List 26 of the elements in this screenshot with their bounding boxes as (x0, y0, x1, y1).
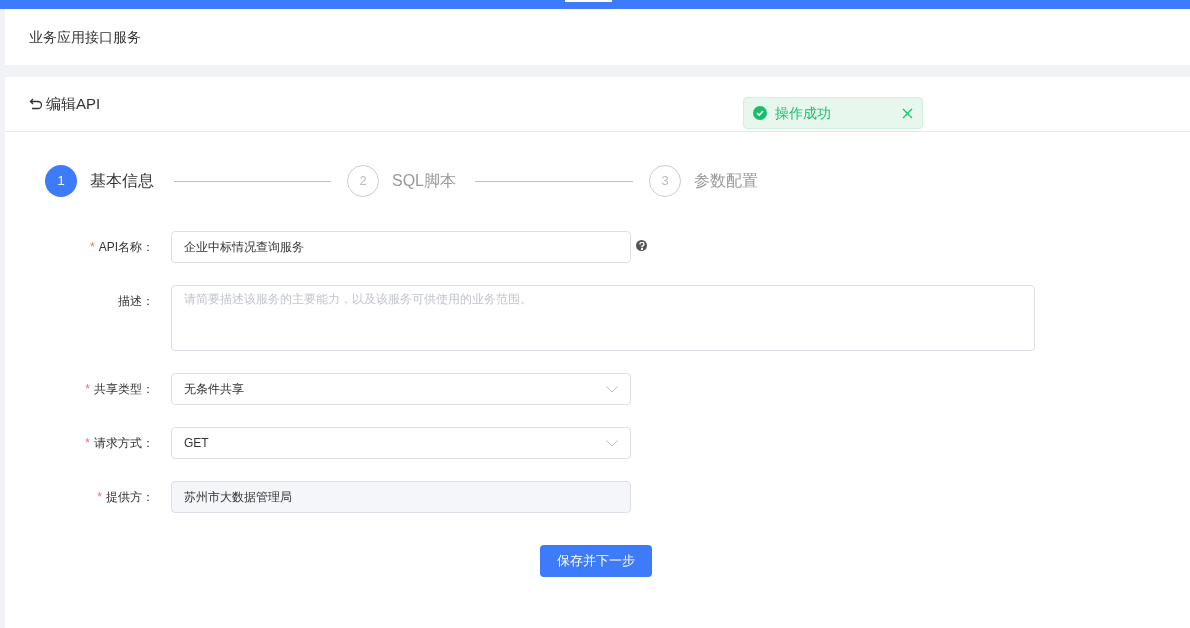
chevron-down-icon (606, 439, 618, 447)
input-field[interactable]: 企业中标情况查询服务 (171, 231, 631, 263)
chevron-down-icon (606, 385, 618, 393)
required-mark: * (97, 489, 102, 506)
required-mark: * (85, 435, 90, 452)
field-label: API名称： (98, 239, 154, 256)
step-label: SQL脚本 (392, 171, 456, 191)
help-icon[interactable] (636, 240, 647, 251)
select-field[interactable]: 无条件共享 (171, 373, 631, 405)
field-label: 描述： (118, 293, 154, 310)
field-label: 提供方： (106, 489, 154, 506)
step-number: 1 (45, 165, 77, 197)
check-circle-icon (753, 106, 767, 120)
success-toast: 操作成功 (743, 97, 923, 129)
field-label: 请求方式： (94, 435, 154, 452)
step-label: 基本信息 (90, 171, 154, 191)
save-next-button[interactable]: 保存并下一步 (540, 545, 652, 577)
page-title: 业务应用接口服务 (29, 27, 141, 47)
field-label: 共享类型： (94, 381, 154, 398)
required-mark: * (85, 381, 90, 398)
undo-icon (29, 97, 43, 111)
required-mark: * (90, 239, 95, 256)
step-label: 参数配置 (694, 171, 758, 191)
readonly-field: 苏州市大数据管理局 (171, 481, 631, 513)
select-field[interactable]: GET (171, 427, 631, 459)
back-button[interactable]: 编辑API (29, 92, 101, 116)
